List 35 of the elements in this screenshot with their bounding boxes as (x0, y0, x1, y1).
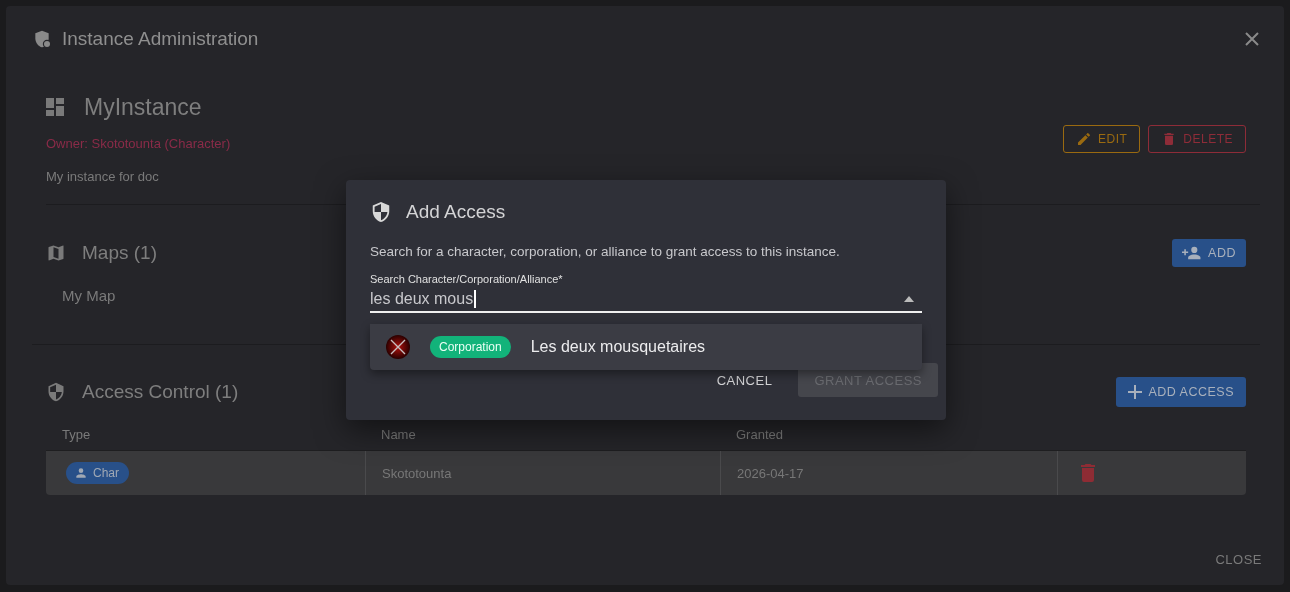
instance-description: My instance for doc (46, 169, 160, 184)
shield-icon (370, 201, 392, 223)
window-title: Instance Administration (62, 28, 260, 50)
table-cell: 2026-04-17 (737, 465, 804, 481)
add-button[interactable]: ADD (1172, 239, 1246, 267)
section-title: Maps (1) (82, 242, 157, 264)
close-icon[interactable] (1244, 31, 1260, 47)
column-header: Type (61, 426, 92, 442)
shield-icon (46, 382, 66, 402)
close-button[interactable]: CLOSE (1211, 546, 1266, 573)
dialog-description: Search for a character, corporation, or alliance to grant access to this instance. (370, 244, 841, 259)
map-item[interactable]: My Map (62, 287, 116, 304)
shield-icon (32, 29, 52, 49)
add-person-icon (1182, 245, 1203, 261)
map-icon (46, 243, 66, 263)
column-header: Name (380, 426, 417, 442)
swords-icon (386, 335, 410, 359)
dropdown-arrow-icon[interactable] (904, 296, 914, 302)
pencil-icon (1075, 131, 1092, 147)
plus-icon (1128, 385, 1143, 399)
search-field[interactable]: Search Character/Corporation/Alliance* les deux mous (370, 273, 922, 313)
person-icon (74, 466, 88, 480)
column-header: Granted (735, 426, 784, 442)
dialog-title: Add Access (406, 201, 506, 223)
type-chip: Corporation (430, 336, 511, 358)
instance-name: MyInstance (84, 93, 202, 121)
result-item[interactable]: Corporation Les deux mousquetaires (370, 324, 922, 370)
section-title: Access Control (1) (82, 381, 239, 403)
type-chip: Char (66, 462, 129, 484)
owner-text: Owner: Skototounta (Character) (46, 136, 232, 151)
add-access-button[interactable]: ADD ACCESS (1116, 377, 1246, 407)
dashboard-icon (46, 98, 64, 116)
edit-button[interactable]: EDIT (1062, 125, 1141, 153)
table-cell: Skototounta (382, 465, 452, 481)
result-name: Les deux mousquetaires (530, 338, 706, 356)
